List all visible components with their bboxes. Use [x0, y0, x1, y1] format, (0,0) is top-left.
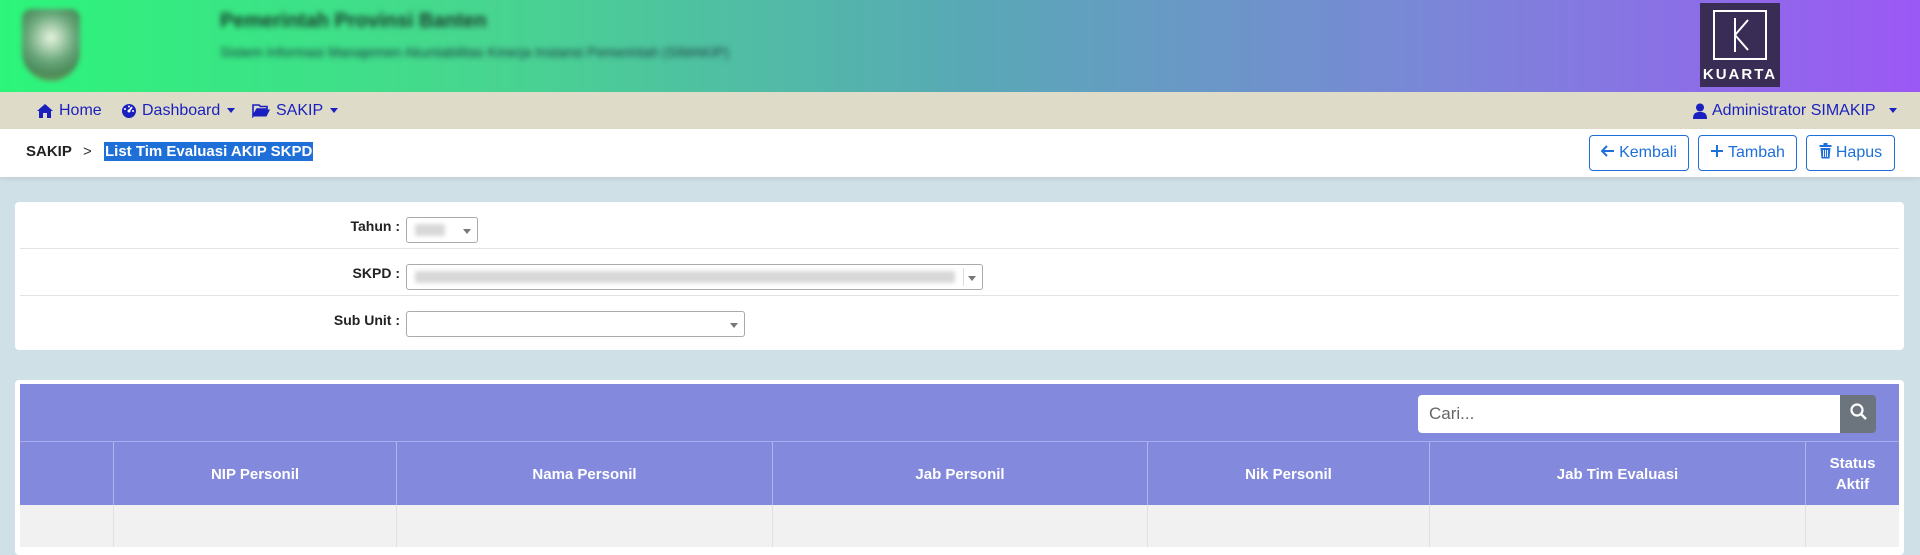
back-button[interactable]: Kembali	[1589, 135, 1689, 171]
skpd-select[interactable]	[406, 264, 983, 290]
breadcrumb-separator: >	[83, 143, 92, 160]
add-button[interactable]: Tambah	[1698, 135, 1797, 171]
main-navbar: Home Dashboard SAKIP Administrator SIMAK…	[0, 92, 1920, 129]
kuarta-logo: KUARTA	[1700, 3, 1780, 87]
header-banner: Pemerintah Provinsi Banten Sistem Inform…	[0, 0, 1920, 92]
nav-dashboard-label: Dashboard	[142, 101, 221, 119]
breadcrumb-root[interactable]: SAKIP	[26, 143, 72, 160]
nav-home[interactable]: Home	[36, 92, 102, 129]
skpd-label: SKPD :	[352, 265, 400, 281]
back-button-label: Kembali	[1619, 144, 1677, 161]
table-panel: NIP Personil Nama Personil Jab Personil …	[15, 380, 1904, 555]
column-header-select	[20, 442, 114, 506]
nav-dashboard[interactable]: Dashboard	[121, 92, 236, 129]
column-header-jab-tim[interactable]: Jab Tim Evaluasi	[1430, 442, 1806, 506]
user-menu-label: Administrator SIMAKIP	[1712, 101, 1876, 119]
arrow-left-icon	[1600, 144, 1615, 163]
search-button[interactable]	[1840, 395, 1876, 433]
nav-home-label: Home	[59, 101, 102, 119]
search-group	[1418, 395, 1876, 433]
delete-button-label: Hapus	[1835, 144, 1883, 161]
table-toolbar	[20, 384, 1899, 441]
user-icon	[1693, 103, 1707, 119]
tahun-label: Tahun :	[350, 218, 400, 234]
chevron-down-icon	[463, 229, 471, 234]
filter-panel: Tahun : SKPD : Sub Unit :	[15, 202, 1904, 350]
page-title: List Tim Evaluasi AKIP SKPD	[104, 142, 314, 161]
trash-icon	[1819, 142, 1832, 164]
subunit-label: Sub Unit :	[333, 312, 400, 328]
delete-button[interactable]: Hapus	[1806, 135, 1895, 171]
column-header-nama[interactable]: Nama Personil	[397, 442, 773, 506]
folder-open-icon	[252, 103, 271, 118]
column-header-status[interactable]: Status Aktif	[1806, 442, 1899, 506]
filter-row-subunit: Sub Unit :	[20, 296, 1899, 343]
chevron-down-icon	[1888, 108, 1897, 113]
home-icon	[36, 103, 54, 119]
column-header-nik[interactable]: Nik Personil	[1148, 442, 1430, 506]
subunit-select[interactable]	[406, 311, 745, 337]
filter-row-skpd: SKPD :	[20, 249, 1899, 296]
chevron-down-icon	[227, 108, 236, 113]
plus-icon	[1710, 144, 1724, 163]
search-input[interactable]	[1418, 395, 1840, 433]
banner-title: Pemerintah Provinsi Banten	[220, 10, 487, 32]
nav-sakip[interactable]: SAKIP	[252, 92, 339, 129]
breadcrumb-bar: SAKIP > List Tim Evaluasi AKIP SKPD Kemb…	[0, 129, 1920, 177]
chevron-down-icon	[968, 276, 976, 281]
filter-row-tahun: Tahun :	[20, 202, 1899, 249]
add-button-label: Tambah	[1728, 144, 1785, 161]
dashboard-gauge-icon	[121, 103, 137, 119]
table-header: NIP Personil Nama Personil Jab Personil …	[20, 441, 1899, 506]
chevron-down-icon	[330, 108, 339, 113]
table-row-empty	[20, 505, 1899, 547]
chevron-down-icon	[730, 323, 738, 328]
search-icon	[1849, 403, 1867, 425]
column-header-jabatan[interactable]: Jab Personil	[773, 442, 1148, 506]
kuarta-logo-text: KUARTA	[1702, 66, 1778, 83]
column-header-nip[interactable]: NIP Personil	[114, 442, 397, 506]
user-menu[interactable]: Administrator SIMAKIP	[1693, 92, 1897, 129]
nav-sakip-label: SAKIP	[276, 101, 324, 119]
province-logo	[10, 3, 92, 89]
tahun-select[interactable]	[406, 217, 478, 243]
banner-subtitle: Sistem Informasi Manajemen Akuntabilitas…	[220, 44, 729, 60]
